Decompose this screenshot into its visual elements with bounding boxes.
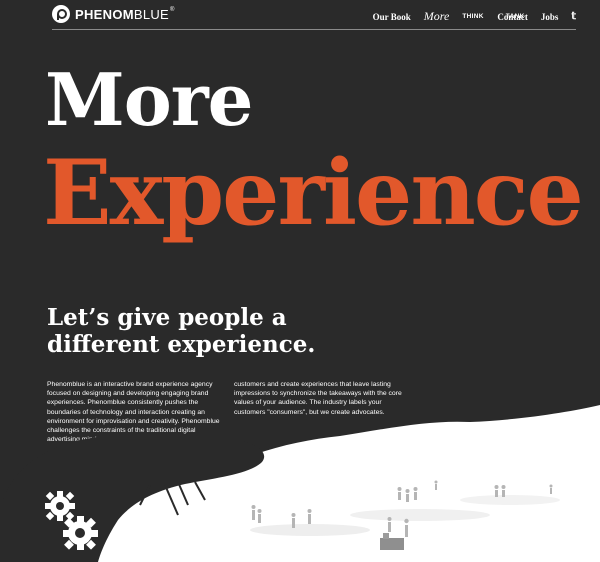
page: PHENOMBLUE® Our Book More THINK TANK Con…	[0, 0, 600, 562]
hero-title-line2: Experience	[43, 140, 584, 246]
tagline: Let’s give people a different experience…	[47, 304, 316, 358]
body-text-column-2: customers and create experiences that le…	[234, 381, 402, 416]
people-figures	[251, 480, 553, 550]
main-nav: Our Book More THINK TANK Contact Jobs 𝕥	[360, 9, 576, 24]
twitter-icon[interactable]: 𝕥	[571, 11, 576, 22]
logo-text: PHENOMBLUE®	[75, 6, 175, 22]
gears-icon	[45, 491, 98, 550]
hero-title-line1: More	[45, 57, 253, 142]
nav-contact[interactable]: Contact	[497, 12, 528, 22]
nav-more[interactable]: More	[424, 9, 450, 24]
header: PHENOMBLUE® Our Book More THINK TANK Con…	[52, 0, 576, 30]
nav-think-tank-label: THINK TANK	[462, 12, 525, 20]
nav-jobs[interactable]: Jobs	[541, 12, 559, 22]
logo[interactable]: PHENOMBLUE®	[52, 5, 175, 23]
nav-our-book[interactable]: Our Book	[373, 12, 411, 22]
nav-think-tank[interactable]: THINK TANK	[462, 12, 525, 20]
body-text-column-1: Phenomblue is an interactive brand exper…	[47, 381, 220, 444]
logo-icon	[52, 5, 70, 23]
